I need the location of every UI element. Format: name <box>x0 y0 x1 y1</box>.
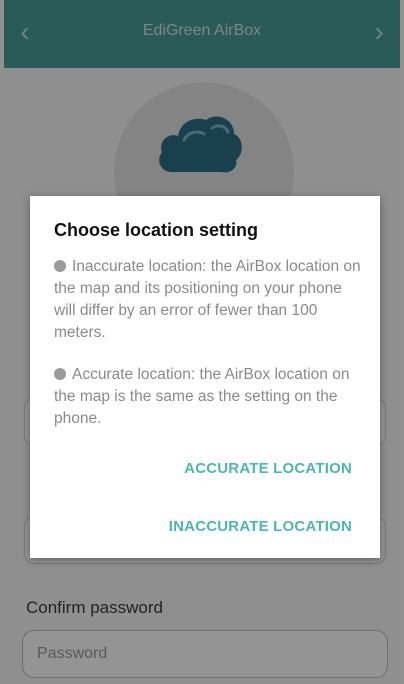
option-inaccurate-text: Inaccurate location: the AirBox location… <box>54 258 361 341</box>
option-accurate: Accurate location: the AirBox location o… <box>54 364 366 430</box>
bullet-icon <box>54 260 66 272</box>
dialog-title: Choose location setting <box>54 220 259 240</box>
accurate-location-button[interactable]: ACCURATE LOCATION <box>184 460 352 477</box>
bullet-icon <box>54 368 66 380</box>
option-inaccurate: Inaccurate location: the AirBox location… <box>54 256 366 344</box>
app-screen: ‹ EdiGreen AirBox › Confirm password Cho… <box>0 0 404 684</box>
inaccurate-location-button[interactable]: INACCURATE LOCATION <box>169 518 352 535</box>
option-accurate-text: Accurate location: the AirBox location o… <box>54 366 350 427</box>
location-setting-dialog: Choose location setting Inaccurate locat… <box>30 196 380 558</box>
